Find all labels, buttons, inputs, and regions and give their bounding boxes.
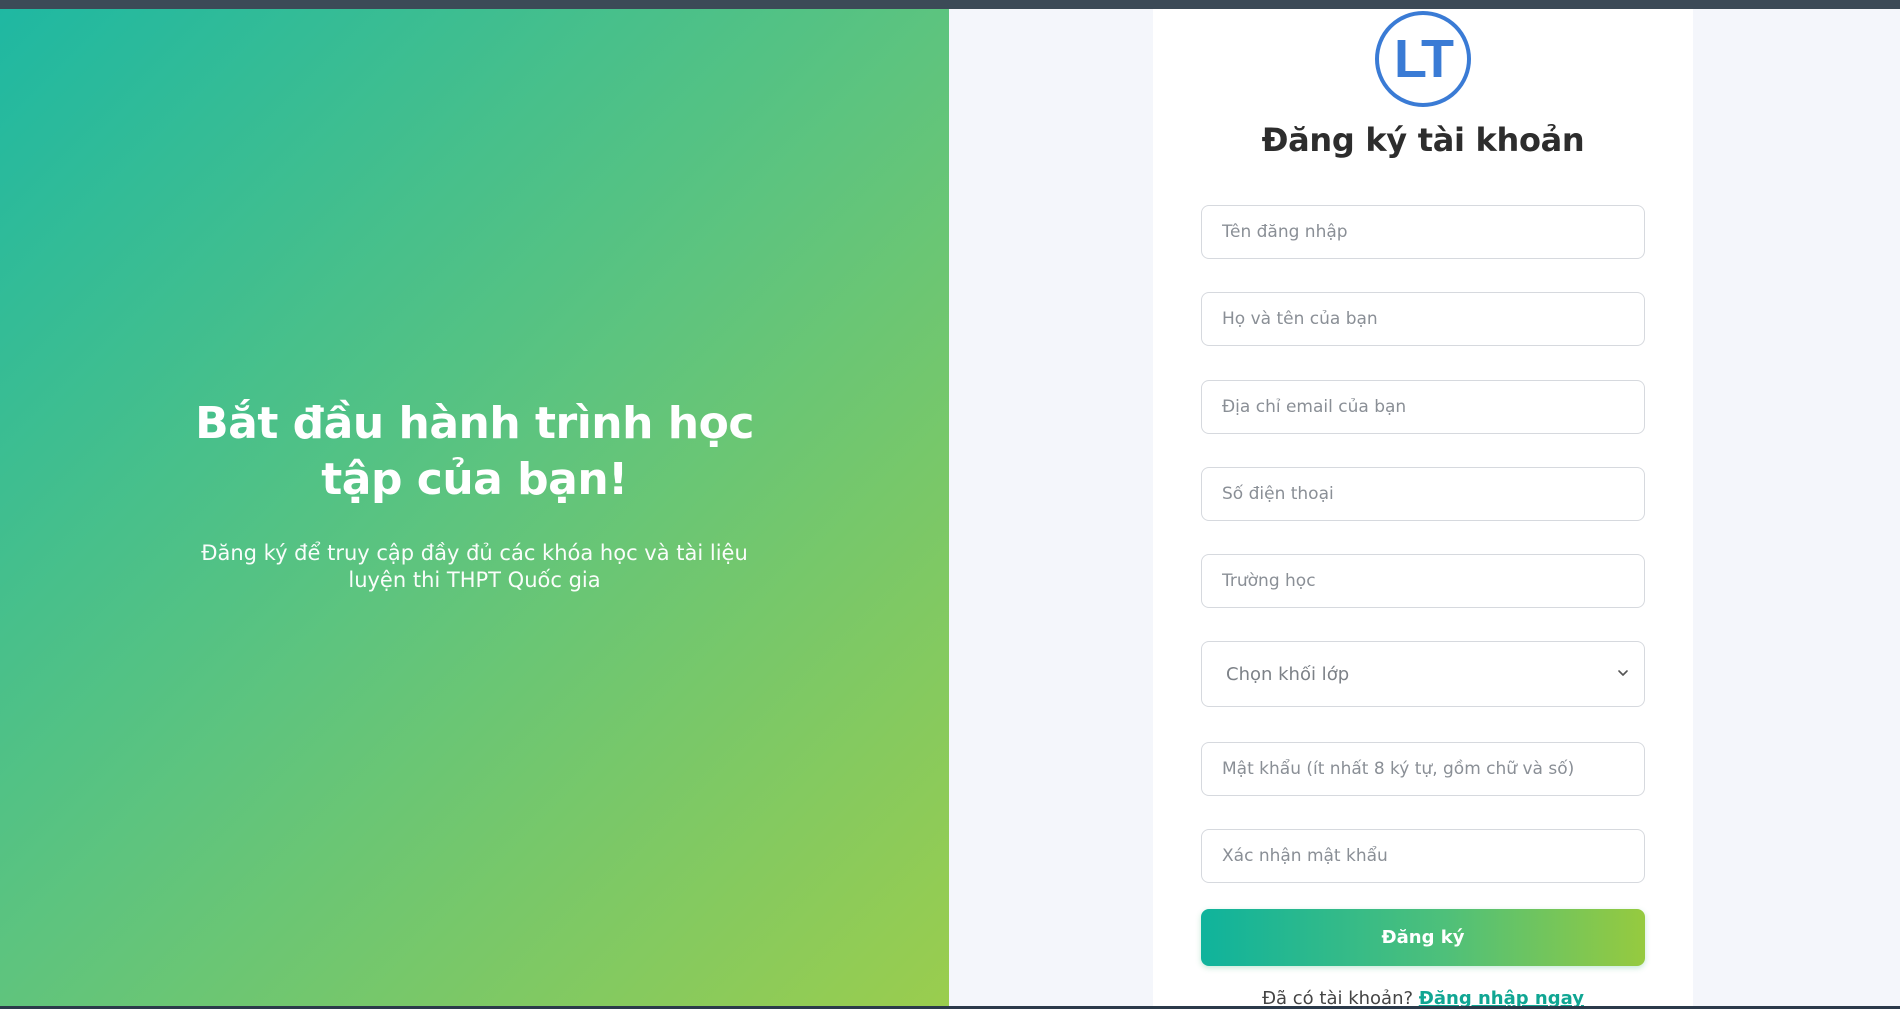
username-input[interactable] — [1201, 205, 1645, 259]
grade-select-value: Chọn khối lớp — [1226, 663, 1350, 685]
password-input[interactable] — [1201, 742, 1645, 796]
phone-input[interactable] — [1201, 467, 1645, 521]
logo: LT — [1375, 11, 1471, 107]
school-input[interactable] — [1201, 554, 1645, 608]
chevron-down-icon — [1618, 670, 1628, 676]
email-input[interactable] — [1201, 380, 1645, 434]
login-link[interactable]: Đăng nhập ngay — [1419, 988, 1584, 1006]
login-prompt-text: Đã có tài khoản? — [1262, 988, 1414, 1006]
register-card: LT Đăng ký tài khoản Chọn khối lớp Đăng … — [1153, 9, 1693, 1006]
grade-select[interactable]: Chọn khối lớp — [1201, 641, 1645, 707]
fullname-input[interactable] — [1201, 292, 1645, 346]
hero-subtitle: Đăng ký để truy cập đầy đủ các khóa học … — [201, 540, 748, 592]
hero-panel: Bắt đầu hành trình học tập của bạn! Đăng… — [0, 9, 949, 1006]
hero-title: Bắt đầu hành trình học tập của bạn! — [195, 397, 754, 505]
login-prompt-line: Đã có tài khoản? Đăng nhập ngay — [1153, 988, 1693, 1006]
form-panel: LT Đăng ký tài khoản Chọn khối lớp Đăng … — [949, 9, 1900, 1006]
confirm-password-input[interactable] — [1201, 829, 1645, 883]
register-button[interactable]: Đăng ký — [1201, 909, 1645, 966]
page: Bắt đầu hành trình học tập của bạn! Đăng… — [0, 9, 1900, 1006]
browser-top-bar — [0, 0, 1900, 9]
form-title: Đăng ký tài khoản — [1261, 121, 1585, 159]
